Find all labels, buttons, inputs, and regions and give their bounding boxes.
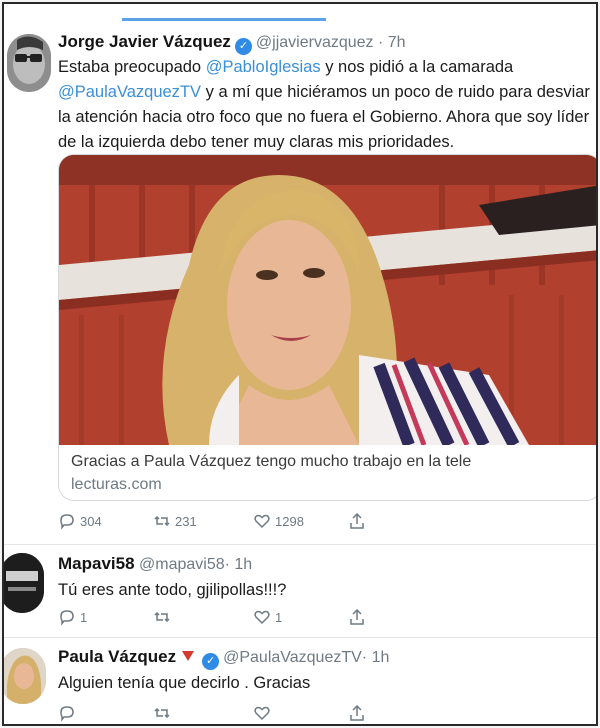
share-button[interactable] [348,704,370,722]
author-name[interactable]: Paula Vázquez [58,647,176,666]
retweet-icon [154,611,170,623]
share-button[interactable] [348,512,370,530]
heart-icon [254,706,270,721]
like-button[interactable]: 1298 [253,512,304,530]
author-name[interactable]: Jorge Javier Vázquez [58,32,231,51]
tweet-time[interactable]: · 1h [225,556,253,573]
like-button[interactable] [253,704,275,722]
avatar-mapavi58[interactable] [4,553,44,613]
tweet-text: Tú eres ante todo, gjilipollas!!!? [58,581,287,599]
tweet-paula[interactable]: Paula Vázquez ✓ @PaulaVazquezTV· 1h Alguie… [4,638,596,724]
retweet-button[interactable] [153,704,175,722]
reply-button[interactable]: 1 [58,608,87,626]
heart-icon [254,610,270,625]
tweet-time[interactable]: · 1h [362,649,390,666]
retweet-count: 231 [175,513,197,529]
card-title[interactable]: Gracias a Paula Vázquez tengo mucho trab… [71,453,471,471]
share-icon [350,704,364,721]
author-handle[interactable]: @PaulaVazquezTV [223,649,362,666]
tweet-jorge[interactable]: Jorge Javier Vázquez ✓ @jjaviervazquez · 7… [4,4,596,544]
avatar-jorge[interactable] [7,34,51,92]
red-triangle-icon [182,651,195,661]
text-segment: Estaba preocupado [58,58,206,76]
like-button[interactable]: 1 [253,608,282,626]
reply-count: 304 [80,513,102,529]
reply-count: 1 [80,609,88,625]
verified-badge-icon: ✓ [202,653,220,670]
mention-pabloiglesias[interactable]: @PabloIglesias [206,58,321,76]
verified-badge-icon: ✓ [234,38,252,55]
share-icon [350,608,364,625]
author-name[interactable]: Mapavi58 [58,554,135,573]
text-segment: y nos pidió a la camarada [320,58,514,76]
reply-button[interactable]: 304 [58,512,102,530]
retweet-button[interactable] [153,608,175,626]
retweet-button[interactable]: 231 [153,512,197,530]
reply-icon [60,706,74,722]
reply-button[interactable] [58,704,80,722]
mention-paulavazqueztv[interactable]: @PaulaVazquezTV [58,83,201,101]
reply-icon [60,514,74,530]
reply-icon [60,610,74,626]
share-icon [350,512,364,529]
author-handle[interactable]: @mapavi58 [139,556,225,573]
heart-icon [254,514,270,529]
link-card[interactable]: Gracias a Paula Vázquez tengo mucho trab… [58,154,596,501]
card-domain[interactable]: lecturas.com [71,476,162,494]
like-count: 1 [275,609,283,625]
retweet-icon [154,707,170,719]
retweet-icon [154,515,170,527]
screenshot-frame: Jorge Javier Vázquez ✓ @jjaviervazquez · 7… [2,2,598,726]
card-image [59,155,596,445]
tweet-mapavi58[interactable]: Mapavi58 @mapavi58· 1h Tú eres ante todo… [4,545,596,637]
tweet-text: Alguien tenía que decirlo . Gracias [58,674,311,692]
avatar-paula[interactable] [4,648,46,704]
tweet-text: Estaba preocupado @PabloIglesias y nos p… [58,55,593,155]
tweet-time[interactable]: · 7h [378,34,406,51]
like-count: 1298 [275,513,304,529]
author-handle[interactable]: @jjaviervazquez [256,34,374,51]
share-button[interactable] [348,608,370,626]
